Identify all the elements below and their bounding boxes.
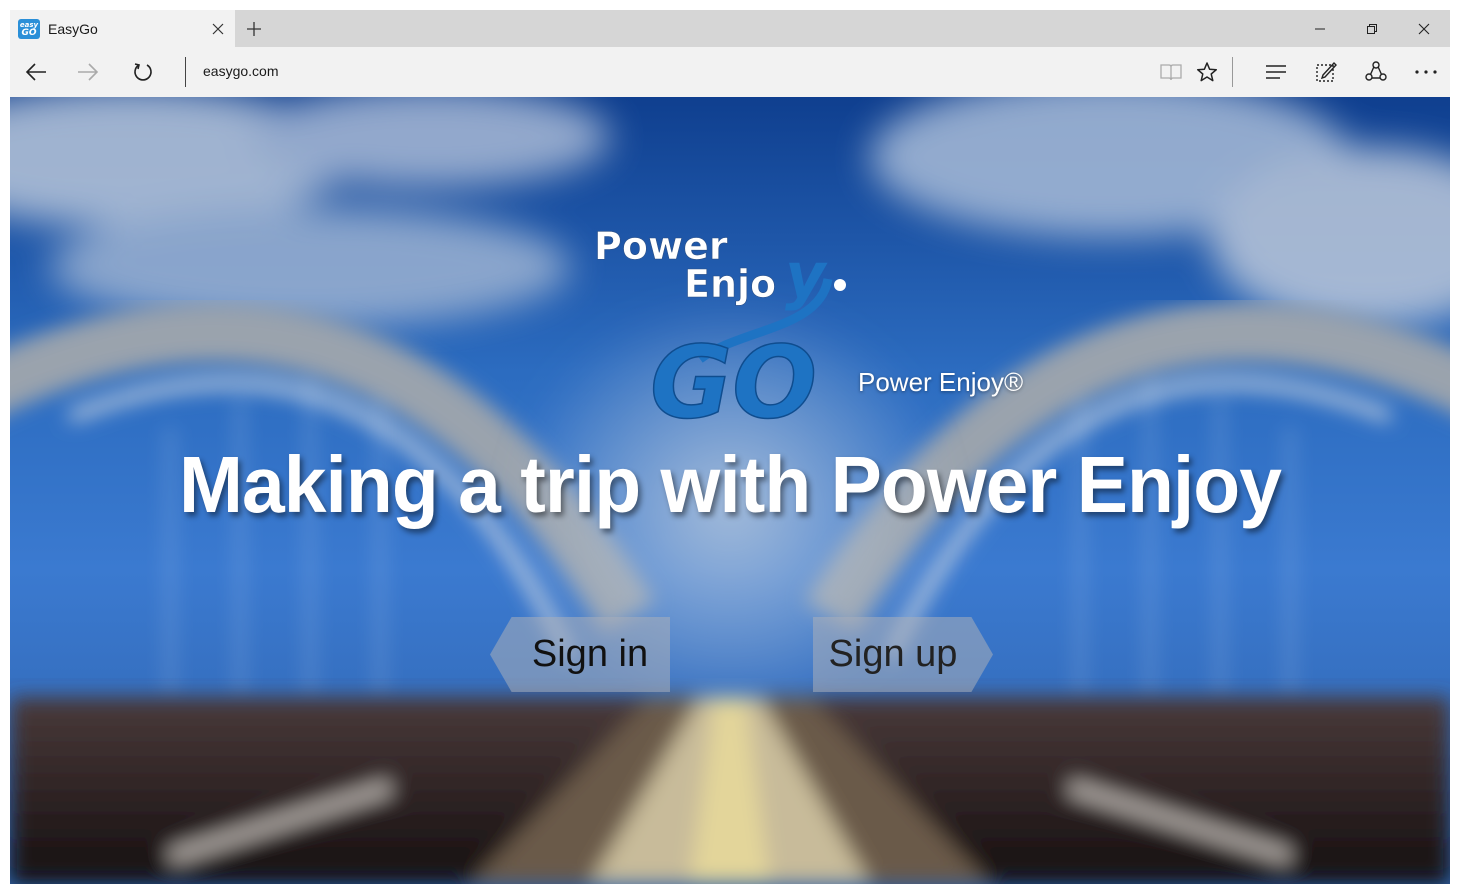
address-bar-input[interactable] (203, 63, 1103, 79)
sign-up-button[interactable]: Sign up (813, 617, 993, 692)
tab-strip: easy GO EasyGo (10, 10, 1450, 47)
favicon-icon: easy GO (18, 18, 40, 39)
hero-headline: Making a trip with Power Enjoy (178, 440, 1282, 529)
favicon-text-bottom: GO (21, 27, 37, 38)
tab-close-icon[interactable] (203, 14, 233, 44)
reading-view-icon[interactable] (1155, 56, 1187, 88)
sign-in-label: Sign in (531, 633, 649, 675)
toolbar-separator (1232, 57, 1233, 87)
share-icon[interactable] (1360, 56, 1392, 88)
minimize-icon[interactable] (1294, 10, 1346, 47)
sign-up-label: Sign up (828, 633, 958, 675)
tab-easygo[interactable]: easy GO EasyGo (10, 10, 235, 47)
logo-dot (834, 279, 846, 291)
logo-go-text: GO (650, 324, 817, 429)
brand-label: Power Enjoy® (858, 367, 1024, 397)
close-window-icon[interactable] (1398, 10, 1450, 47)
more-icon[interactable] (1410, 56, 1442, 88)
browser-window: easy GO EasyGo easygo.com Power Enjo y G… (10, 10, 1450, 884)
restore-icon[interactable] (1346, 10, 1398, 47)
navigation-bar (10, 47, 1450, 97)
refresh-icon[interactable] (127, 56, 159, 88)
web-note-icon[interactable] (1310, 56, 1342, 88)
sign-in-button[interactable]: Sign in (490, 617, 670, 692)
power-enjoy-go-logo: Power Enjo y GO (590, 219, 870, 442)
back-icon[interactable] (20, 56, 52, 88)
tab-title: EasyGo (48, 20, 98, 37)
hub-icon[interactable] (1260, 56, 1292, 88)
forward-icon[interactable] (72, 56, 104, 88)
favorite-star-icon[interactable] (1191, 56, 1223, 88)
address-separator (185, 57, 186, 87)
new-tab-icon[interactable] (238, 13, 270, 45)
logo-enjo-text: Enjo (684, 262, 776, 306)
web-page: Power Enjo y GO Power Enjoy® Making a tr… (10, 97, 1450, 884)
